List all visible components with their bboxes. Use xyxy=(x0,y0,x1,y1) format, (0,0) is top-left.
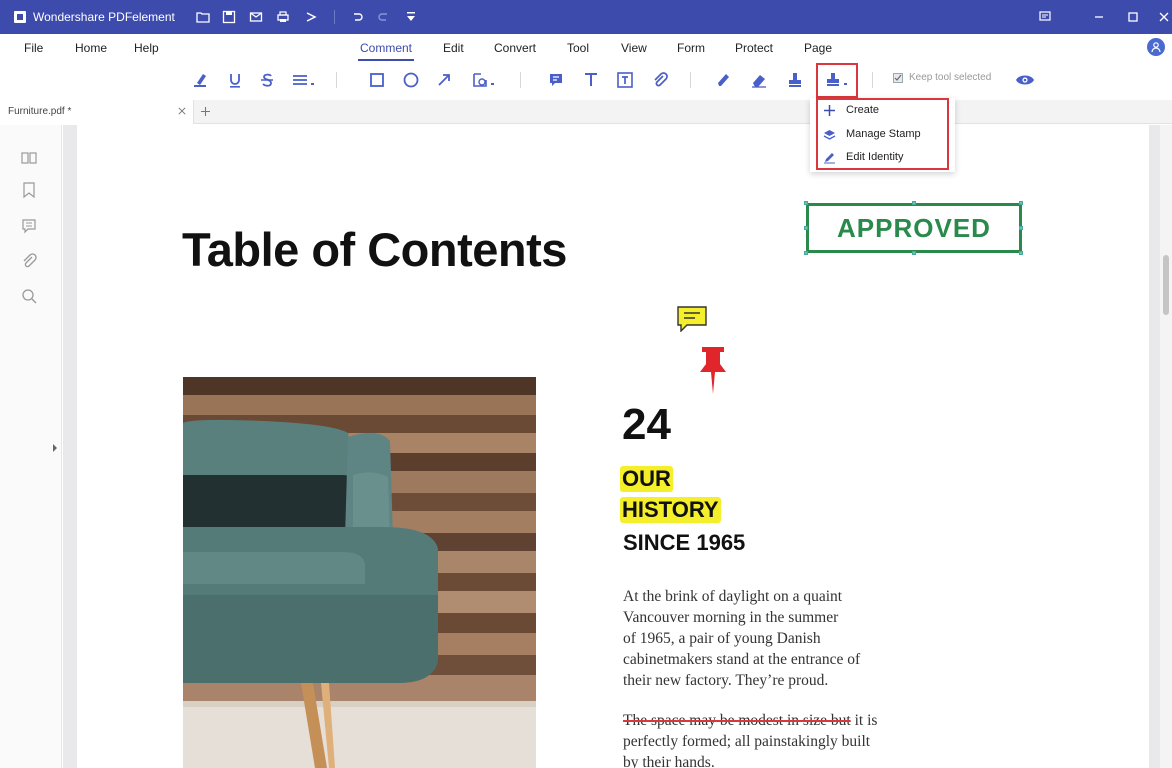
vertical-scrollbar[interactable] xyxy=(1160,125,1172,768)
thumbnails-icon[interactable] xyxy=(18,147,40,169)
pushpin-annotation-icon[interactable] xyxy=(697,345,729,397)
app-window: Wondershare PDFelement File Home Help Co… xyxy=(0,0,1172,768)
scrollbar-thumb[interactable] xyxy=(1163,255,1169,315)
menu-home[interactable]: Home xyxy=(75,41,107,55)
customize-dropdown-icon[interactable] xyxy=(403,9,419,25)
share-icon[interactable] xyxy=(303,9,319,25)
text-box-icon[interactable] xyxy=(612,67,638,93)
tab-close-icon[interactable] xyxy=(175,104,189,118)
tab-furniture-pdf[interactable]: Furniture.pdf * xyxy=(0,100,194,124)
menu-protect[interactable]: Protect xyxy=(735,41,773,55)
redo-icon[interactable] xyxy=(376,9,392,25)
strikethrough-text: The space may be modest in size but xyxy=(623,712,851,729)
resize-handle[interactable] xyxy=(804,226,808,230)
resize-handle[interactable] xyxy=(1019,251,1023,255)
search-icon[interactable] xyxy=(18,285,40,307)
resize-handle[interactable] xyxy=(912,201,916,205)
oval-icon[interactable] xyxy=(398,67,424,93)
stamp-text: APPROVED xyxy=(837,212,991,243)
paragraph-line: perfectly formed; all painstakingly buil… xyxy=(623,733,871,750)
menu-form[interactable]: Form xyxy=(677,41,705,55)
menu-page[interactable]: Page xyxy=(804,41,832,55)
resize-handle[interactable] xyxy=(1019,226,1023,230)
menu-help[interactable]: Help xyxy=(134,41,159,55)
highlight-icon[interactable] xyxy=(187,67,213,93)
divider xyxy=(334,10,335,24)
eye-icon[interactable] xyxy=(1012,67,1038,93)
stamp-icon[interactable] xyxy=(782,67,808,93)
sticky-note-icon[interactable] xyxy=(543,67,569,93)
keep-tool-label: Keep tool selected xyxy=(909,72,992,83)
divider xyxy=(520,72,521,88)
comment-toolbar xyxy=(0,62,1172,98)
close-icon[interactable] xyxy=(1155,8,1172,26)
divider xyxy=(690,72,691,88)
document-tab-bar: Furniture.pdf * xyxy=(0,100,1172,124)
stamp-tool-callout xyxy=(816,63,858,98)
page-title: Table of Contents xyxy=(182,223,567,276)
attachment-icon[interactable] xyxy=(647,67,673,93)
minimize-icon[interactable] xyxy=(1090,8,1108,26)
text-lines-dropdown-icon[interactable] xyxy=(286,67,322,93)
highlighted-heading-history: HISTORY xyxy=(620,497,721,523)
divider xyxy=(872,72,873,88)
resize-handle[interactable] xyxy=(1019,201,1023,205)
menu-comment[interactable]: Comment xyxy=(357,41,415,61)
area-shape-dropdown-icon[interactable] xyxy=(466,67,502,93)
comments-icon[interactable] xyxy=(18,215,40,237)
keep-tool-selected-option[interactable]: Keep tool selected xyxy=(893,72,991,83)
paragraph-line: At the brink of daylight on a quaint xyxy=(623,588,843,605)
save-icon[interactable] xyxy=(221,9,237,25)
sticky-note-annotation-icon[interactable] xyxy=(677,306,707,332)
rectangle-icon[interactable] xyxy=(364,67,390,93)
attachments-icon[interactable] xyxy=(18,251,40,273)
title-bar: Wondershare PDFelement xyxy=(0,0,1172,34)
menu-view[interactable]: View xyxy=(621,41,647,55)
menu-convert[interactable]: Convert xyxy=(494,41,536,55)
open-folder-icon[interactable] xyxy=(195,9,211,25)
pencil-icon[interactable] xyxy=(710,67,736,93)
menu-edit[interactable]: Edit xyxy=(443,41,464,55)
heading-since-1965: SINCE 1965 xyxy=(623,530,746,555)
menu-bar: File Home Help Comment Edit Convert Tool… xyxy=(0,34,1172,62)
bookmark-icon[interactable] xyxy=(18,179,40,201)
new-tab-plus-icon[interactable] xyxy=(198,104,212,118)
keep-tool-checkbox[interactable] xyxy=(893,72,903,83)
paragraph-line: Vancouver morning in the summer xyxy=(623,609,839,626)
expand-panel-arrow-icon[interactable] xyxy=(52,443,58,453)
paragraph-line-strikethrough: The space may be modest in size but it i… xyxy=(623,710,877,731)
maximize-icon[interactable] xyxy=(1124,8,1142,26)
undo-icon[interactable] xyxy=(349,9,365,25)
strikethrough-icon[interactable] xyxy=(254,67,280,93)
dropdown-callout xyxy=(816,98,949,170)
feedback-icon[interactable] xyxy=(1036,8,1054,26)
paragraph-text: it is xyxy=(850,712,878,729)
underline-icon[interactable] xyxy=(222,67,248,93)
approved-stamp[interactable]: APPROVED xyxy=(806,203,1022,253)
armchair-photo xyxy=(183,377,536,768)
divider xyxy=(336,72,337,88)
highlighted-heading-our: OUR xyxy=(620,466,673,492)
app-logo-icon xyxy=(14,11,26,23)
arrow-icon[interactable] xyxy=(431,67,457,93)
typewriter-icon[interactable] xyxy=(578,67,604,93)
resize-handle[interactable] xyxy=(804,201,808,205)
page-number-heading: 24 xyxy=(622,400,671,449)
menu-tool[interactable]: Tool xyxy=(567,41,589,55)
print-icon[interactable] xyxy=(275,9,291,25)
paragraph-line: cabinetmakers stand at the entrance of xyxy=(623,651,861,668)
email-icon[interactable] xyxy=(248,9,264,25)
paragraph-line: of 1965, a pair of young Danish xyxy=(623,630,821,647)
paragraph-line: their new factory. They’re proud. xyxy=(623,672,829,689)
eraser-icon[interactable] xyxy=(746,67,772,93)
app-title: Wondershare PDFelement xyxy=(33,10,175,24)
menu-file[interactable]: File xyxy=(24,41,43,55)
left-sidebar xyxy=(0,125,62,768)
account-avatar-icon[interactable] xyxy=(1147,38,1165,56)
tab-label: Furniture.pdf * xyxy=(8,106,72,117)
resize-handle[interactable] xyxy=(804,251,808,255)
paragraph-line: by their hands. xyxy=(623,754,715,768)
resize-handle[interactable] xyxy=(912,251,916,255)
